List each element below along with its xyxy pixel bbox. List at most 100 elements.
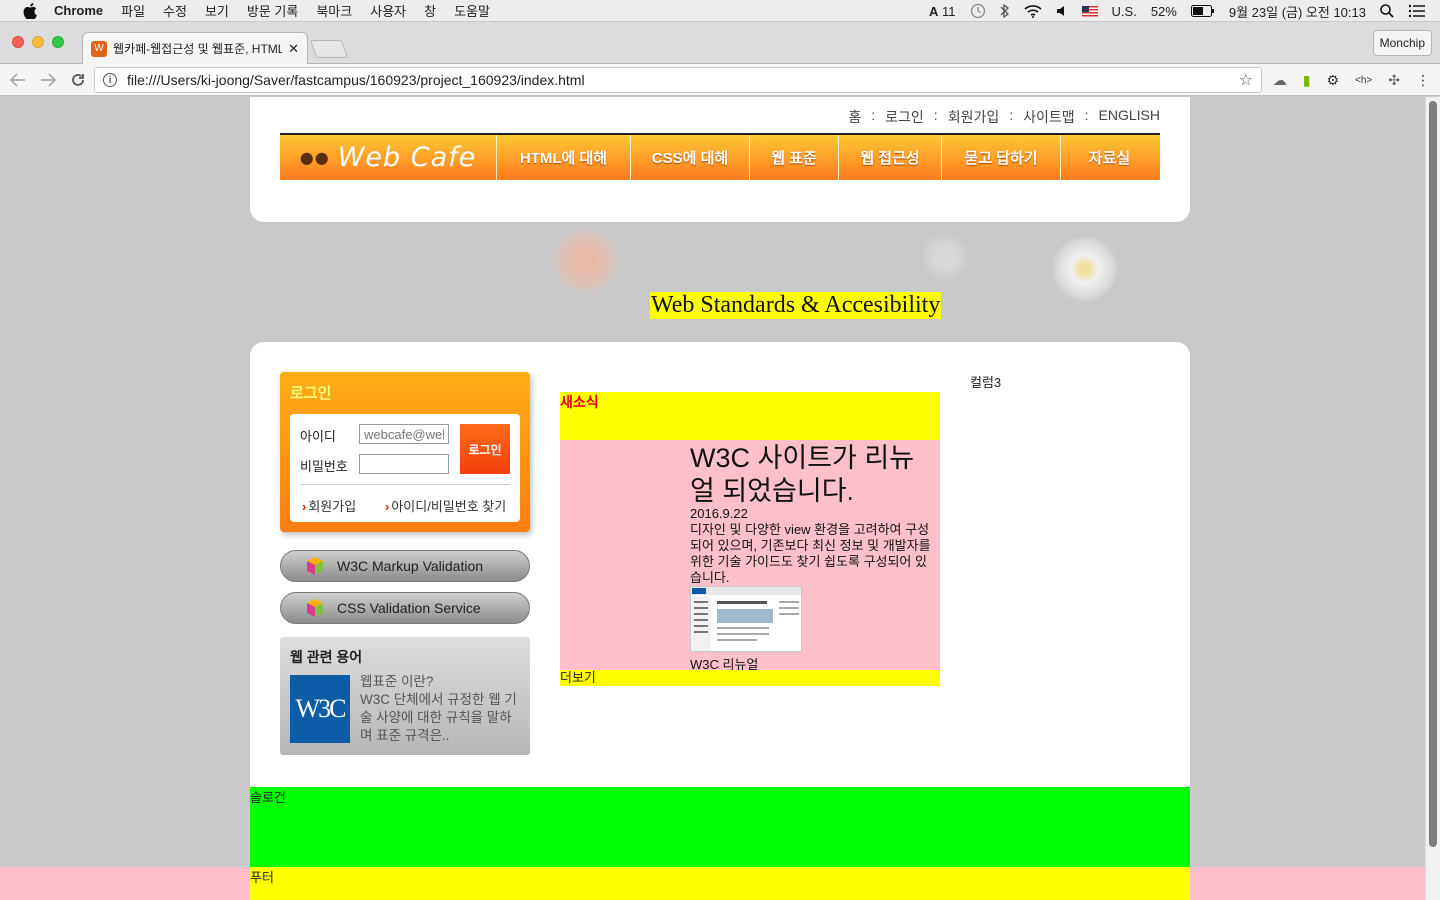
- clock[interactable]: 9월 23일 (금) 오전 10:13: [1229, 2, 1366, 21]
- util-link-home[interactable]: 홈: [848, 107, 861, 127]
- util-separator: :: [1084, 107, 1089, 123]
- tab-close-icon[interactable]: ✕: [288, 41, 299, 57]
- css-validation-button[interactable]: CSS Validation Service: [280, 592, 530, 624]
- scrollbar-thumb[interactable]: [1429, 101, 1437, 847]
- time-machine-icon[interactable]: [970, 3, 986, 19]
- adobe-icon[interactable]: A 11: [929, 4, 956, 19]
- terms-question: 웹표준 이란?: [360, 674, 434, 689]
- nav-html[interactable]: HTML에 대해: [497, 135, 631, 180]
- nav-css[interactable]: CSS에 대해: [631, 135, 750, 180]
- flower-decoration: [552, 227, 620, 295]
- terms-text[interactable]: 웹표준 이란? W3C 단체에서 규정한 웹 기술 사양에 대한 규칙을 말하며…: [360, 673, 522, 745]
- evernote-extension-icon[interactable]: ▮: [1303, 72, 1311, 89]
- forward-arrow-icon[interactable]: [36, 68, 60, 92]
- html-tag-extension-icon[interactable]: <h>: [1355, 75, 1372, 86]
- cloud-extension-icon[interactable]: ☁: [1273, 72, 1287, 89]
- visual-title: Web Standards & Accesibility: [650, 292, 942, 319]
- webcafe-favicon-icon: W: [91, 40, 107, 57]
- window-controls: [12, 36, 64, 48]
- news-heading: 새소식: [560, 394, 599, 410]
- util-link-join[interactable]: 회원가입: [948, 107, 1000, 127]
- news-more-link[interactable]: 더보기: [560, 670, 940, 686]
- spotlight-search-icon[interactable]: [1380, 4, 1394, 18]
- menu-help[interactable]: 도움말: [454, 1, 490, 20]
- terms-description: W3C 단체에서 규정한 웹 기술 사양에 대한 규칙을 말하며 표준 규격은.…: [360, 692, 517, 743]
- menu-app-chrome[interactable]: Chrome: [54, 3, 103, 18]
- terms-title: 웹 관련 용어: [290, 649, 363, 665]
- menu-bookmarks[interactable]: 북마크: [316, 1, 352, 20]
- back-arrow-icon[interactable]: [6, 68, 30, 92]
- bookmark-star-icon[interactable]: ☆: [1239, 70, 1253, 90]
- w3c-markup-validation-button[interactable]: W3C Markup Validation: [280, 550, 530, 582]
- us-flag-icon[interactable]: [1081, 5, 1098, 17]
- w3c-logo: W3C: [290, 675, 350, 743]
- battery-percent: 52%: [1150, 3, 1177, 19]
- login-title: 로그인: [290, 385, 332, 402]
- global-nav: ●● Web Cafe HTML에 대해 CSS에 대해 웹 표준 웹 접근성 …: [280, 133, 1160, 180]
- nav-resources[interactable]: 자료실: [1061, 135, 1158, 180]
- cube-icon: [305, 598, 325, 618]
- chrome-menu-icon[interactable]: ⋮: [1416, 72, 1430, 89]
- site-header: 홈 : 로그인 : 회원가입 : 사이트맵 : ENGLISH ●● Web C…: [250, 97, 1190, 222]
- id-label: 아이디: [300, 429, 336, 444]
- new-tab-button[interactable]: [309, 40, 349, 58]
- news-header: 새소식: [560, 392, 940, 440]
- news-title[interactable]: W3C 사이트가 리뉴얼 되었습니다.: [690, 442, 930, 508]
- address-bar[interactable]: i file:///Users/ki-joong/Saver/fastcampu…: [94, 67, 1262, 93]
- volume-icon[interactable]: [1056, 4, 1068, 18]
- window-close-button[interactable]: [12, 36, 24, 48]
- notification-center-icon[interactable]: [1408, 4, 1426, 18]
- find-account-link[interactable]: › 아이디/비밀번호 찾기: [385, 496, 506, 515]
- bluetooth-icon[interactable]: [1000, 3, 1010, 19]
- util-link-english[interactable]: ENGLISH: [1099, 107, 1160, 127]
- util-link-sitemap[interactable]: 사이트맵: [1023, 107, 1075, 127]
- menu-history[interactable]: 방문 기록: [247, 1, 298, 20]
- coffee-beans-icon: ●●: [299, 148, 330, 167]
- reload-icon[interactable]: [66, 68, 90, 92]
- site-logo[interactable]: ●● Web Cafe: [280, 135, 497, 180]
- wifi-icon[interactable]: [1023, 4, 1042, 18]
- w3c-markup-validation-label: W3C Markup Validation: [337, 558, 484, 574]
- nav-web-standards[interactable]: 웹 표준: [750, 135, 839, 180]
- css-validation-label: CSS Validation Service: [337, 600, 481, 616]
- logo-text: Web Cafe: [337, 142, 477, 173]
- menu-file[interactable]: 파일: [121, 1, 145, 20]
- puzzle-extension-icon[interactable]: ✣: [1388, 72, 1400, 89]
- login-box: 로그인 아이디 비밀번호 로그인 ›회원가입 ›아이디/비밀번호 찾기: [280, 372, 530, 532]
- profile-button[interactable]: Monchip: [1372, 30, 1432, 56]
- window-maximize-button[interactable]: [52, 36, 64, 48]
- browser-tab-active[interactable]: W 웹카페-웹접근성 및 웹표준, HTML5 ✕: [82, 32, 308, 64]
- apple-icon[interactable]: [20, 1, 40, 21]
- settings-gear-icon[interactable]: ⚙: [1326, 72, 1339, 89]
- menu-edit[interactable]: 수정: [163, 1, 187, 20]
- browser-toolbar: i file:///Users/ki-joong/Saver/fastcampu…: [0, 64, 1440, 96]
- login-divider: [300, 484, 510, 485]
- password-label: 비밀번호: [300, 459, 348, 474]
- login-button[interactable]: 로그인: [460, 424, 510, 474]
- page-viewport: 홈 : 로그인 : 회원가입 : 사이트맵 : ENGLISH ●● Web C…: [0, 97, 1440, 900]
- news-thumbnail-image[interactable]: [690, 586, 802, 652]
- news-body: W3C 사이트가 리뉴얼 되었습니다. 2016.9.22 디자인 및 다양한 …: [560, 440, 940, 672]
- menu-view[interactable]: 보기: [205, 1, 229, 20]
- window-minimize-button[interactable]: [32, 36, 44, 48]
- input-source-label[interactable]: U.S.: [1112, 4, 1137, 19]
- main-visual: Web Standards & Accesibility: [0, 222, 1440, 342]
- mac-menubar: Chrome 파일 수정 보기 방문 기록 북마크 사용자 창 도움말 A 11…: [0, 0, 1440, 22]
- battery-icon[interactable]: [1190, 5, 1215, 17]
- address-url[interactable]: file:///Users/ki-joong/Saver/fastcampus/…: [127, 72, 1239, 88]
- menu-window[interactable]: 창: [424, 1, 436, 20]
- column-3: 컬럼3: [970, 375, 1002, 390]
- login-form: 아이디 비밀번호 로그인 ›회원가입 ›아이디/비밀번호 찾기: [290, 414, 520, 522]
- slogan-area: 슬로건: [250, 787, 1190, 867]
- nav-qna[interactable]: 묻고 답하기: [942, 135, 1061, 180]
- util-link-login[interactable]: 로그인: [885, 107, 924, 127]
- password-input[interactable]: [359, 454, 449, 474]
- join-link[interactable]: › 회원가입: [302, 496, 356, 515]
- nav-accessibility[interactable]: 웹 접근성: [839, 135, 942, 180]
- vertical-scrollbar[interactable]: [1425, 97, 1440, 900]
- footer: 푸터: [250, 867, 1190, 900]
- id-input[interactable]: [359, 424, 449, 444]
- page-info-icon[interactable]: i: [103, 73, 117, 87]
- menu-people[interactable]: 사용자: [370, 1, 406, 20]
- news-date: 2016.9.22: [690, 506, 748, 521]
